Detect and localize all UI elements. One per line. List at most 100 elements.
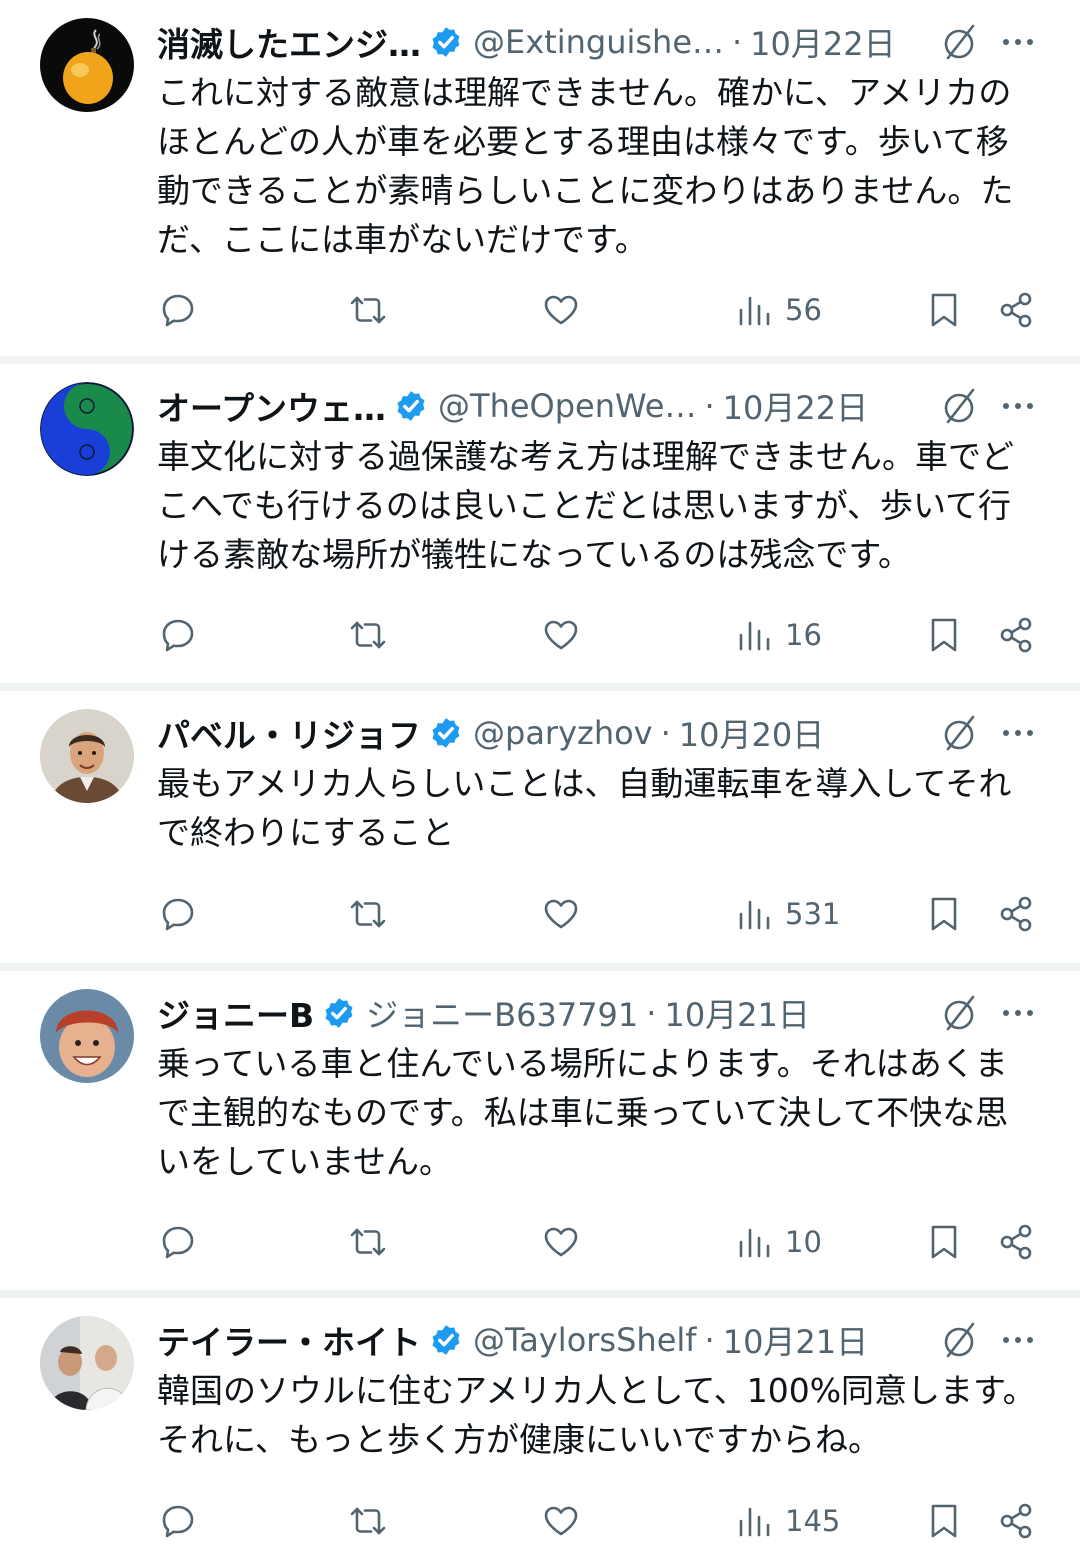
tweet[interactable]: ジョニーB ジョニーB637791 · 10月21日 乗っている車と住んでいる場… (0, 971, 1080, 1290)
verified-badge-icon (397, 391, 425, 421)
reply-icon (162, 294, 194, 327)
post-date[interactable]: 10月21日 (723, 1317, 868, 1363)
retweet-button[interactable] (347, 612, 389, 658)
bookmark-button[interactable] (923, 612, 965, 658)
views-button[interactable]: 531 (733, 891, 840, 937)
tweet[interactable]: 消滅したエンジ… @Extinguishe… · 10月22日 これに対する敵意… (0, 0, 1080, 356)
bookmark-icon (931, 293, 957, 327)
share-icon (1000, 1224, 1032, 1260)
avatar[interactable] (40, 709, 134, 803)
post-date[interactable]: 10月22日 (723, 383, 868, 429)
bookmark-icon (931, 1225, 957, 1259)
display-name[interactable]: パベル・リジョフ (157, 709, 421, 757)
share-button[interactable] (996, 1219, 1038, 1265)
separator-dot: · (732, 23, 743, 61)
grok-icon[interactable] (940, 382, 980, 430)
bookmark-icon (931, 897, 957, 931)
display-name[interactable]: オープンウェ… (157, 382, 386, 430)
bookmark-button[interactable] (923, 1219, 965, 1265)
user-handle[interactable]: @paryzhov (473, 714, 653, 752)
tweet[interactable]: パベル・リジョフ @paryzhov · 10月20日 最もアメリカ人らしいこと… (0, 691, 1080, 963)
reply-icon (162, 898, 194, 931)
post-date[interactable]: 10月21日 (664, 990, 809, 1036)
like-button[interactable] (540, 1498, 582, 1544)
bookmark-icon (931, 618, 957, 652)
like-button[interactable] (540, 287, 582, 333)
reply-button[interactable] (157, 612, 199, 658)
views-button[interactable]: 56 (733, 287, 822, 333)
action-bar: 56 (0, 287, 1080, 333)
tweet-separator (0, 963, 1080, 971)
verified-badge-icon (432, 1325, 460, 1355)
avatar[interactable] (40, 382, 134, 476)
reply-button[interactable] (157, 287, 199, 333)
avatar[interactable] (40, 18, 134, 112)
views-button[interactable]: 10 (733, 1219, 822, 1265)
verified-badge-icon (432, 27, 460, 57)
views-icon (739, 621, 770, 651)
share-button[interactable] (996, 612, 1038, 658)
user-handle[interactable]: @Extinguishe… (473, 23, 724, 61)
reply-button[interactable] (157, 1498, 199, 1544)
grok-icon[interactable] (940, 18, 980, 66)
reply-icon (162, 619, 194, 652)
more-icon[interactable] (1000, 709, 1036, 757)
retweet-button[interactable] (347, 1498, 389, 1544)
share-button[interactable] (996, 287, 1038, 333)
like-button[interactable] (540, 612, 582, 658)
bookmark-button[interactable] (923, 1498, 965, 1544)
tweet-text: 最もアメリカ人らしいことは、自動運転車を導入してそれで終わりにすること (157, 764, 1012, 852)
display-name[interactable]: 消滅したエンジ… (157, 18, 421, 66)
share-button[interactable] (996, 891, 1038, 937)
like-icon (544, 295, 578, 325)
views-icon (739, 296, 770, 326)
like-button[interactable] (540, 1219, 582, 1265)
tweet-text: 乗っている車と住んでいる場所によります。それはあくまで主観的なものです。私は車に… (157, 1044, 1009, 1181)
avatar[interactable] (40, 1316, 134, 1410)
share-button[interactable] (996, 1498, 1038, 1544)
avatar[interactable] (40, 989, 134, 1083)
retweet-icon (350, 296, 386, 324)
views-icon (739, 900, 770, 930)
more-icon[interactable] (1000, 18, 1036, 66)
views-icon (739, 1507, 770, 1537)
verified-badge-icon (325, 998, 353, 1028)
separator-dot: · (660, 714, 671, 752)
user-handle[interactable]: ジョニーB637791 (366, 990, 638, 1036)
bookmark-button[interactable] (923, 891, 965, 937)
separator-dot: · (646, 994, 657, 1032)
reply-button[interactable] (157, 891, 199, 937)
user-handle[interactable]: @TaylorsShelf (473, 1321, 697, 1359)
tweet[interactable]: オープンウェ… @TheOpenWe… · 10月22日 車文化に対する過保護な… (0, 364, 1080, 683)
user-handle[interactable]: @TheOpenWe… (438, 387, 696, 425)
views-count: 16 (785, 618, 822, 652)
share-icon (1000, 617, 1032, 653)
retweet-button[interactable] (347, 287, 389, 333)
views-button[interactable]: 145 (733, 1498, 840, 1544)
like-button[interactable] (540, 891, 582, 937)
views-count: 531 (785, 897, 841, 931)
retweet-button[interactable] (347, 891, 389, 937)
tweet-separator (0, 1290, 1080, 1298)
post-date[interactable]: 10月20日 (679, 710, 824, 756)
retweet-button[interactable] (347, 1219, 389, 1265)
retweet-icon (350, 900, 386, 928)
bookmark-button[interactable] (923, 287, 965, 333)
tweet-separator (0, 356, 1080, 364)
like-icon (544, 899, 578, 929)
views-count: 145 (785, 1504, 841, 1538)
display-name[interactable]: テイラー・ホイト (157, 1316, 421, 1364)
more-icon[interactable] (1000, 989, 1036, 1037)
action-bar: 16 (0, 612, 1080, 658)
grok-icon[interactable] (940, 709, 980, 757)
grok-icon[interactable] (940, 989, 980, 1037)
views-button[interactable]: 16 (733, 612, 822, 658)
like-icon (544, 1506, 578, 1536)
post-date[interactable]: 10月22日 (750, 19, 895, 65)
tweet[interactable]: テイラー・ホイト @TaylorsShelf · 10月21日 韓国のソウルに住… (0, 1298, 1080, 1556)
more-icon[interactable] (1000, 1316, 1036, 1364)
grok-icon[interactable] (940, 1316, 980, 1364)
reply-button[interactable] (157, 1219, 199, 1265)
more-icon[interactable] (1000, 382, 1036, 430)
display-name[interactable]: ジョニーB (157, 989, 314, 1037)
